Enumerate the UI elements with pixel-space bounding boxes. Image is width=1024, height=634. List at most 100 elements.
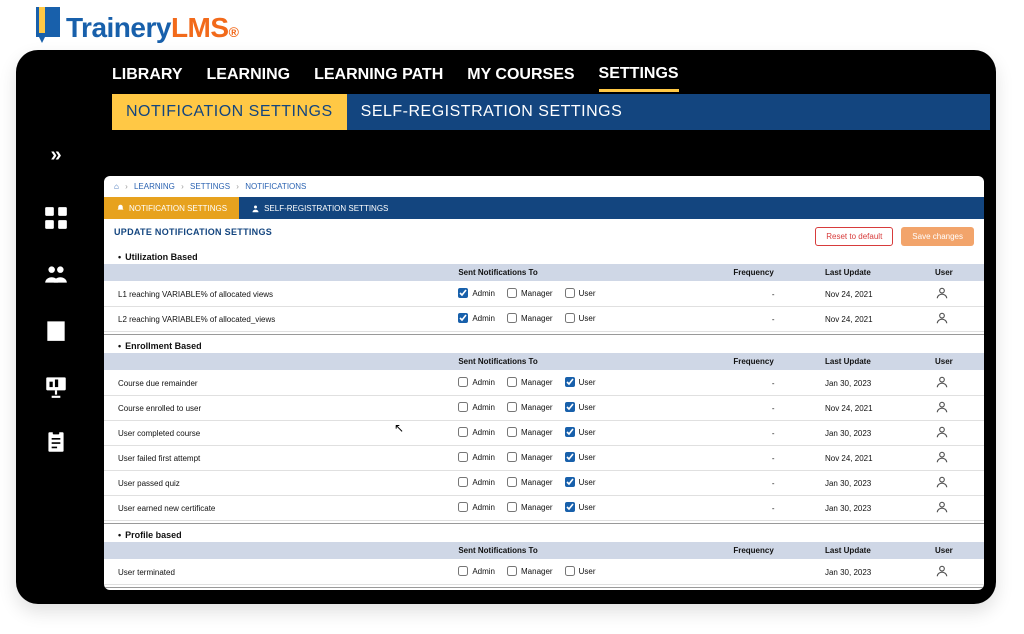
nav-learning-path[interactable]: LEARNING PATH [314, 60, 443, 90]
row-user-icon[interactable] [929, 282, 984, 307]
col-frequency: Frequency [727, 353, 819, 371]
breadcrumb-notifications[interactable]: NOTIFICATIONS [245, 182, 306, 191]
presentation-icon[interactable] [43, 373, 69, 399]
row-label: User failed first attempt [104, 446, 452, 471]
subnav-spacer [22, 94, 112, 130]
admin-checkbox[interactable]: Admin [458, 377, 495, 387]
col-user: User [929, 542, 984, 560]
user-checkbox[interactable]: User [565, 377, 596, 387]
user-icon [251, 204, 260, 213]
clipboard-icon[interactable] [43, 429, 69, 455]
table-row: Course due remainderAdminManagerUser-Jan… [104, 371, 984, 396]
row-last-update: Nov 24, 2021 [819, 446, 929, 471]
user-checkbox[interactable]: User [565, 427, 596, 437]
user-checkbox[interactable]: User [565, 452, 596, 462]
row-recipients: Admin Manager User [452, 307, 727, 332]
row-frequency: - [727, 446, 819, 471]
logo-bar: TraineryLMS® [0, 0, 1024, 50]
admin-checkbox[interactable]: Admin [458, 452, 495, 462]
nav-my-courses[interactable]: MY COURSES [467, 60, 574, 90]
table-row: User completed courseAdminManagerUser-Ja… [104, 421, 984, 446]
user-checkbox[interactable]: User [565, 566, 596, 576]
panel-tab-notification[interactable]: NOTIFICATION SETTINGS [104, 197, 239, 219]
admin-checkbox[interactable]: Admin [458, 566, 495, 576]
sub-nav: NOTIFICATION SETTINGS SELF-REGISTRATION … [22, 94, 990, 130]
manager-checkbox[interactable]: Manager [507, 566, 553, 576]
sidebar: » [28, 136, 84, 455]
row-frequency: - [727, 421, 819, 446]
admin-checkbox[interactable]: Admin [458, 402, 495, 412]
settings-panel: ⌂ › LEARNING › SETTINGS › NOTIFICATIONS … [104, 176, 984, 590]
row-recipients: Admin Manager User [452, 396, 727, 421]
table-row: L2 reaching VARIABLE% of allocated_views… [104, 307, 984, 332]
row-recipients: Admin Manager User [452, 446, 727, 471]
col-user: User [929, 353, 984, 371]
row-user-icon[interactable] [929, 446, 984, 471]
row-label: L2 reaching VARIABLE% of allocated_views [104, 307, 452, 332]
table-row: L1 reaching VARIABLE% of allocated views… [104, 282, 984, 307]
table-row: User earned new certificateAdminManagerU… [104, 496, 984, 521]
col-user: User [929, 264, 984, 282]
row-recipients: Admin Manager User [452, 496, 727, 521]
row-frequency: - [727, 471, 819, 496]
manager-checkbox[interactable]: Manager [507, 427, 553, 437]
user-checkbox[interactable]: User [565, 477, 596, 487]
manager-checkbox[interactable]: Manager [507, 377, 553, 387]
nav-settings[interactable]: SETTINGS [599, 59, 679, 92]
row-last-update: Jan 30, 2023 [819, 560, 929, 585]
save-button[interactable]: Save changes [901, 227, 974, 246]
subtab-notification-settings[interactable]: NOTIFICATION SETTINGS [112, 94, 347, 130]
row-user-icon[interactable] [929, 371, 984, 396]
manager-checkbox[interactable]: Manager [507, 313, 553, 323]
sidebar-expand-icon[interactable]: » [50, 144, 61, 167]
row-label: User terminated [104, 560, 452, 585]
bell-icon [116, 204, 125, 213]
col-frequency: Frequency [727, 542, 819, 560]
row-last-update: Jan 30, 2023 [819, 496, 929, 521]
user-checkbox[interactable]: User [565, 502, 596, 512]
breadcrumb-home-icon[interactable]: ⌂ [114, 182, 119, 191]
user-checkbox[interactable]: User [565, 313, 596, 323]
chevron-right-icon: › [125, 182, 128, 191]
panel-tab-notification-label: NOTIFICATION SETTINGS [129, 204, 227, 213]
users-icon[interactable] [43, 261, 69, 287]
admin-checkbox[interactable]: Admin [458, 477, 495, 487]
section-title: Profile based [104, 526, 984, 542]
reset-button[interactable]: Reset to default [815, 227, 893, 246]
row-user-icon[interactable] [929, 421, 984, 446]
row-user-icon[interactable] [929, 396, 984, 421]
admin-checkbox[interactable]: Admin [458, 502, 495, 512]
admin-checkbox[interactable]: Admin [458, 288, 495, 298]
row-user-icon[interactable] [929, 560, 984, 585]
manager-checkbox[interactable]: Manager [507, 452, 553, 462]
row-user-icon[interactable] [929, 496, 984, 521]
manager-checkbox[interactable]: Manager [507, 402, 553, 412]
nav-library[interactable]: LIBRARY [112, 60, 183, 90]
panel-tab-selfreg-label: SELF-REGISTRATION SETTINGS [264, 204, 388, 213]
manager-checkbox[interactable]: Manager [507, 288, 553, 298]
breadcrumb-learning[interactable]: LEARNING [134, 182, 175, 191]
admin-checkbox[interactable]: Admin [458, 427, 495, 437]
dashboard-icon[interactable] [43, 205, 69, 231]
admin-checkbox[interactable]: Admin [458, 313, 495, 323]
manager-checkbox[interactable]: Manager [507, 477, 553, 487]
cursor-icon: ↖ [394, 421, 404, 435]
row-user-icon[interactable] [929, 307, 984, 332]
manager-checkbox[interactable]: Manager [507, 502, 553, 512]
row-frequency: - [727, 496, 819, 521]
user-checkbox[interactable]: User [565, 288, 596, 298]
row-frequency: - [727, 282, 819, 307]
user-checkbox[interactable]: User [565, 402, 596, 412]
section-title: Utilization Based [104, 248, 984, 264]
row-user-icon[interactable] [929, 471, 984, 496]
nav-learning[interactable]: LEARNING [207, 60, 291, 90]
subtab-self-registration[interactable]: SELF-REGISTRATION SETTINGS [347, 94, 990, 130]
building-icon[interactable] [43, 317, 69, 343]
app-frame: LIBRARY LEARNING LEARNING PATH MY COURSE… [16, 50, 996, 604]
app-frame-inner: LIBRARY LEARNING LEARNING PATH MY COURSE… [22, 56, 990, 598]
panel-tabs: NOTIFICATION SETTINGS SELF-REGISTRATION … [104, 197, 984, 219]
top-nav: LIBRARY LEARNING LEARNING PATH MY COURSE… [22, 56, 990, 94]
row-recipients: Admin Manager User [452, 282, 727, 307]
breadcrumb-settings[interactable]: SETTINGS [190, 182, 230, 191]
panel-tab-selfreg[interactable]: SELF-REGISTRATION SETTINGS [239, 197, 400, 219]
